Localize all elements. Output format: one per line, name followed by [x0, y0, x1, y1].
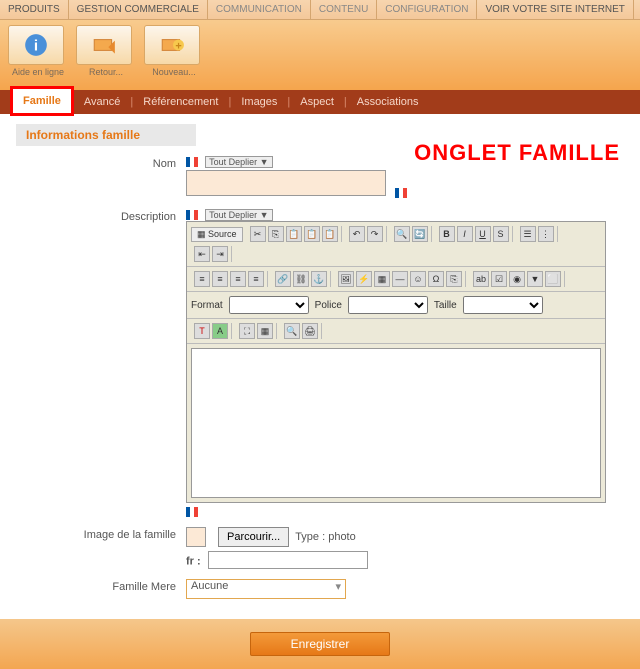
cut-icon[interactable]: ✂ [250, 226, 266, 242]
table-icon[interactable]: ▦ [374, 271, 390, 287]
select-icon[interactable]: ▼ [527, 271, 543, 287]
tab-bar: Famille Avancé| Référencement| Images| A… [0, 90, 640, 114]
copy-icon[interactable]: ⎘ [268, 226, 284, 242]
print-icon[interactable]: 🖨 [302, 323, 318, 339]
preview-icon[interactable]: 🔍 [284, 323, 300, 339]
size-select[interactable] [463, 296, 543, 314]
nav-configuration[interactable]: CONFIGURATION [377, 0, 477, 19]
nom-label: Nom [16, 156, 186, 199]
pagebreak-icon[interactable]: ⎘ [446, 271, 462, 287]
numlist-icon[interactable]: ☰ [520, 226, 536, 242]
editor-textarea[interactable] [191, 348, 601, 498]
align-center-icon[interactable]: ≡ [212, 271, 228, 287]
new-button[interactable]: + Nouveau... [144, 25, 204, 85]
save-button[interactable]: Enregistrer [250, 632, 391, 656]
back-button[interactable]: Retour... [76, 25, 136, 85]
source-button[interactable]: ▦ Source [191, 227, 243, 242]
description-label: Description [16, 209, 186, 517]
smiley-icon[interactable]: ☺ [410, 271, 426, 287]
link-icon[interactable]: 🔗 [275, 271, 291, 287]
nav-produits[interactable]: PRODUITS [0, 0, 69, 19]
special-char-icon[interactable]: Ω [428, 271, 444, 287]
image-label: Image de la famille [16, 527, 186, 547]
form-content: Informations famille Nom Tout Deplier ▼ … [0, 114, 640, 599]
flag-fr-icon [186, 210, 198, 220]
fr-label: fr : [186, 556, 201, 568]
back-label: Retour... [89, 67, 123, 77]
tout-deplier-button[interactable]: Tout Deplier ▼ [205, 156, 272, 168]
nom-input[interactable] [186, 170, 386, 196]
new-label: Nouveau... [152, 67, 196, 77]
annotation-overlay: ONGLET FAMILLE [414, 140, 620, 166]
checkbox-icon[interactable]: ☑ [491, 271, 507, 287]
bullist-icon[interactable]: ⋮ [538, 226, 554, 242]
fr-alt-input[interactable] [208, 551, 368, 569]
nav-communication[interactable]: COMMUNICATION [208, 0, 311, 19]
tab-referencement[interactable]: Référencement [133, 90, 228, 114]
ribbon: i Aide en ligne Retour... + Nouveau... [0, 20, 640, 90]
help-button[interactable]: i Aide en ligne [8, 25, 68, 85]
police-label: Police [315, 300, 342, 311]
find-icon[interactable]: 🔍 [394, 226, 410, 242]
font-select[interactable] [348, 296, 428, 314]
anchor-icon[interactable]: ⚓ [311, 271, 327, 287]
paste-text-icon[interactable]: 📋 [304, 226, 320, 242]
paste-word-icon[interactable]: 📋 [322, 226, 338, 242]
nav-gestion[interactable]: GESTION COMMERCIALE [69, 0, 208, 19]
underline-icon[interactable]: U [475, 226, 491, 242]
tab-famille[interactable]: Famille [10, 86, 74, 116]
svg-text:+: + [175, 40, 181, 52]
image-preview [186, 527, 206, 547]
align-right-icon[interactable]: ≡ [230, 271, 246, 287]
type-label: Type : photo [295, 531, 356, 543]
taille-label: Taille [434, 300, 457, 311]
tab-images[interactable]: Images [231, 90, 287, 114]
strike-icon[interactable]: S [493, 226, 509, 242]
button-icon[interactable]: ⬜ [545, 271, 561, 287]
textcolor-icon[interactable]: T [194, 323, 210, 339]
maximize-icon[interactable]: ⛶ [239, 323, 255, 339]
section-header: Informations famille [16, 124, 196, 146]
footer: Enregistrer [0, 619, 640, 669]
image-icon[interactable]: 🖼 [338, 271, 354, 287]
tout-deplier-button[interactable]: Tout Deplier ▼ [205, 209, 272, 221]
bold-icon[interactable]: B [439, 226, 455, 242]
paste-icon[interactable]: 📋 [286, 226, 302, 242]
flag-fr-icon [186, 157, 198, 167]
tab-associations[interactable]: Associations [347, 90, 429, 114]
rich-text-editor: ▦ Source ✂⎘📋📋📋 ↶↷ 🔍🔄 BIUS ☰⋮ ⇤⇥ ≡≡≡≡ 🔗⛓⚓… [186, 221, 606, 503]
unlink-icon[interactable]: ⛓ [293, 271, 309, 287]
outdent-icon[interactable]: ⇤ [194, 246, 210, 262]
top-nav: PRODUITS GESTION COMMERCIALE COMMUNICATI… [0, 0, 640, 20]
tab-aspect[interactable]: Aspect [290, 90, 344, 114]
align-justify-icon[interactable]: ≡ [248, 271, 264, 287]
help-label: Aide en ligne [12, 67, 64, 77]
hr-icon[interactable]: ― [392, 271, 408, 287]
redo-icon[interactable]: ↷ [367, 226, 383, 242]
format-label: Format [191, 300, 223, 311]
famille-mere-select[interactable]: Aucune [186, 579, 346, 599]
flash-icon[interactable]: ⚡ [356, 271, 372, 287]
replace-icon[interactable]: 🔄 [412, 226, 428, 242]
bgcolor-icon[interactable]: A [212, 323, 228, 339]
flag-fr-icon [186, 507, 198, 517]
format-select[interactable] [229, 296, 309, 314]
flag-fr-icon [395, 188, 407, 198]
indent-icon[interactable]: ⇥ [212, 246, 228, 262]
textfield-icon[interactable]: ab [473, 271, 489, 287]
radio-icon[interactable]: ◉ [509, 271, 525, 287]
mere-label: Famille Mere [16, 579, 186, 599]
align-left-icon[interactable]: ≡ [194, 271, 210, 287]
svg-text:i: i [34, 37, 38, 54]
undo-icon[interactable]: ↶ [349, 226, 365, 242]
italic-icon[interactable]: I [457, 226, 473, 242]
nav-voir-site[interactable]: VOIR VOTRE SITE INTERNET [477, 0, 633, 19]
showblocks-icon[interactable]: ▦ [257, 323, 273, 339]
browse-button[interactable]: Parcourir... [218, 527, 289, 547]
tab-avance[interactable]: Avancé [74, 90, 131, 114]
nav-contenu[interactable]: CONTENU [311, 0, 377, 19]
